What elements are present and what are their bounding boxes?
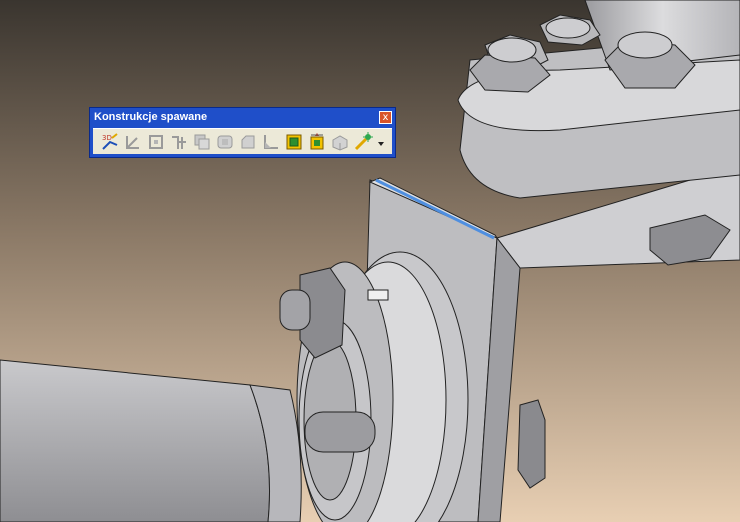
3d-sketch-icon: 3D <box>102 133 118 150</box>
update-icon <box>354 132 373 151</box>
gusset-button[interactable] <box>169 132 189 152</box>
close-button[interactable]: x <box>379 111 392 124</box>
structural-member-icon <box>126 136 139 149</box>
weld-bead-button[interactable] <box>215 132 235 152</box>
toolbar-options-dropdown[interactable] <box>374 132 388 152</box>
cut-list-icon <box>310 133 324 150</box>
extrude-button[interactable] <box>330 132 350 152</box>
update-button[interactable] <box>353 132 373 152</box>
cut-list-button[interactable] <box>307 132 327 152</box>
weldments-toolbar[interactable]: Konstrukcje spawane x 3D <box>89 107 396 158</box>
end-cap-icon <box>194 134 210 150</box>
weldment-icon <box>286 134 302 150</box>
end-cap-button[interactable] <box>192 132 212 152</box>
weld-bead-icon <box>217 135 233 149</box>
chamfer-button[interactable] <box>238 132 258 152</box>
dropdown-arrow-icon <box>378 142 384 146</box>
structural-member-button[interactable] <box>123 132 143 152</box>
3d-sketch-button[interactable]: 3D <box>100 132 120 152</box>
trim-extend-button[interactable] <box>146 132 166 152</box>
svg-text:3D: 3D <box>102 134 112 142</box>
trim-extend-icon <box>149 135 163 149</box>
fillet-bead-button[interactable] <box>261 132 281 152</box>
cad-viewport[interactable] <box>0 0 740 522</box>
weldment-button[interactable] <box>284 132 304 152</box>
gusset-icon <box>172 136 186 149</box>
toolbar-title: Konstrukcje spawane <box>94 111 208 123</box>
chamfer-icon <box>241 135 255 149</box>
side-nut <box>517 399 546 489</box>
toolbar-buttons: 3D <box>93 128 392 154</box>
extrude-icon <box>332 135 348 151</box>
fillet-bead-icon <box>264 135 278 149</box>
